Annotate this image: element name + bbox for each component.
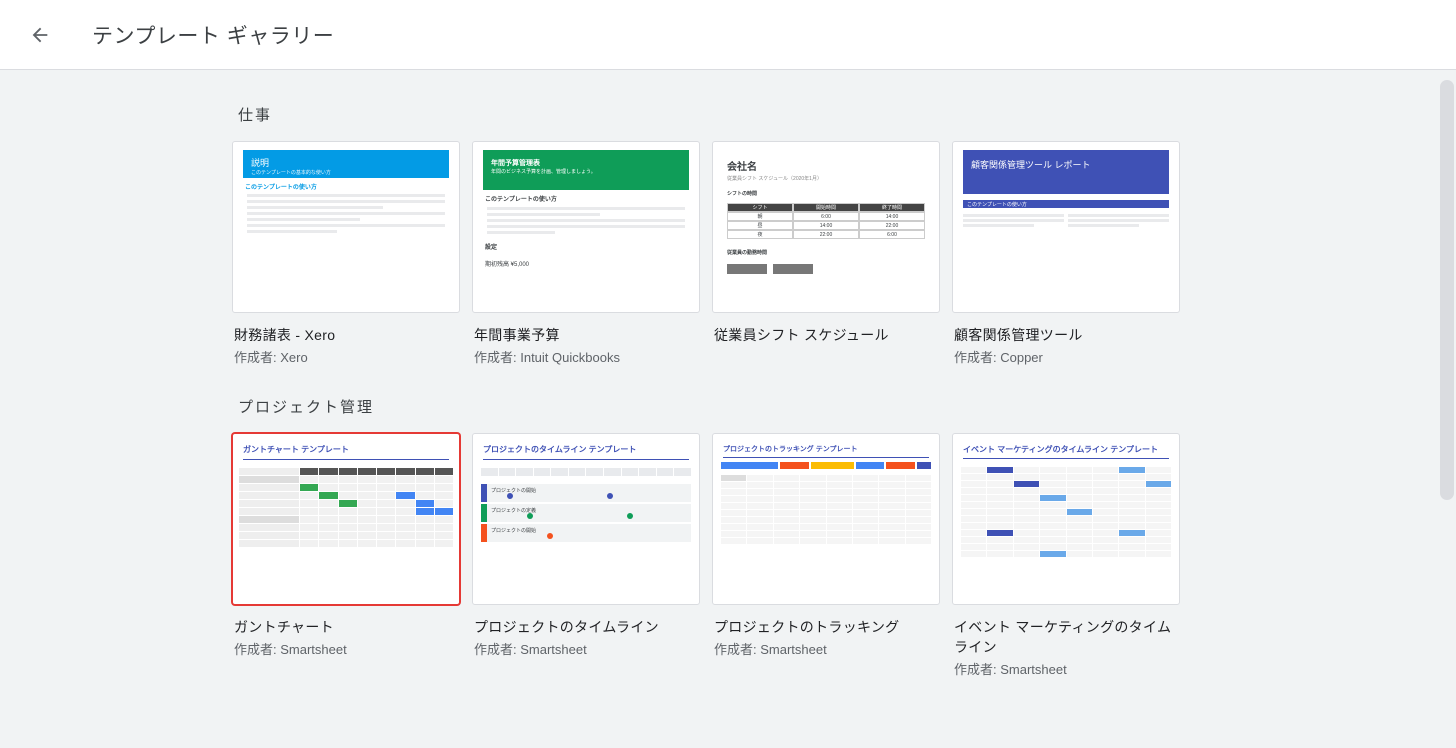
thumb-label: このテンプレートの使い方 [245, 182, 447, 191]
template-title: 従業員シフト スケジュール [714, 325, 940, 345]
thumb-label: このテンプレートの基本的な使い方 [251, 169, 441, 176]
template-thumbnail-event-marketing[interactable]: イベント マーケティングのタイムライン テンプレート [952, 433, 1180, 605]
thumb-label: 説明 [251, 156, 441, 169]
template-card: 会社名 従業員シフト スケジュール（2020年1月） シフトの時間 シフト開始時… [712, 141, 940, 366]
template-title: ガントチャート [234, 617, 460, 637]
thumb-label: 年間予算管理表 [491, 158, 681, 168]
thumb-label: このテンプレートの使い方 [963, 200, 1169, 208]
template-author: 作成者: Copper [954, 347, 1180, 366]
thumb-label: このテンプレートの使い方 [485, 194, 687, 203]
template-card: 年間予算管理表 年間のビジネス予算を計画、管理しましょう。 このテンプレートの使… [472, 141, 700, 366]
header: テンプレート ギャラリー [0, 0, 1456, 70]
template-thumbnail-tracking[interactable]: プロジェクトのトラッキング テンプレート [712, 433, 940, 605]
template-title: イベント マーケティングのタイムライン [954, 617, 1180, 657]
template-title: 年間事業予算 [474, 325, 700, 345]
template-card: ガントチャート テンプレート ガントチャ [232, 433, 460, 678]
template-thumbnail-shift[interactable]: 会社名 従業員シフト スケジュール（2020年1月） シフトの時間 シフト開始時… [712, 141, 940, 313]
thumb-label: 会社名 [727, 158, 925, 173]
thumb-label: 顧客関係管理ツール レポート [963, 150, 1169, 194]
scrollbar[interactable] [1440, 80, 1454, 704]
thumb-label: イベント マーケティングのタイムライン テンプレート [963, 444, 1169, 455]
thumb-label: ガントチャート テンプレート [243, 444, 449, 455]
template-thumbnail-crm[interactable]: 顧客関係管理ツール レポート このテンプレートの使い方 [952, 141, 1180, 313]
section-heading-work: 仕事 [238, 104, 1192, 125]
scrollbar-thumb[interactable] [1440, 80, 1454, 500]
template-card: イベント マーケティングのタイムライン テンプレート [952, 433, 1180, 678]
section-heading-pm: プロジェクト管理 [238, 396, 1192, 417]
template-author: 作成者: Intuit Quickbooks [474, 347, 700, 366]
template-card: 顧客関係管理ツール レポート このテンプレートの使い方 顧客関係管理ツール 作成… [952, 141, 1180, 366]
template-author: 作成者: Smartsheet [714, 639, 940, 658]
template-title: 財務諸表 - Xero [234, 325, 460, 345]
thumb-label: 従業員シフト スケジュール（2020年1月） [727, 175, 925, 182]
template-title: プロジェクトのトラッキング [714, 617, 940, 637]
template-thumbnail-gantt[interactable]: ガントチャート テンプレート [232, 433, 460, 605]
back-arrow-icon[interactable] [28, 23, 52, 47]
template-thumbnail-budget[interactable]: 年間予算管理表 年間のビジネス予算を計画、管理しましょう。 このテンプレートの使… [472, 141, 700, 313]
template-title: 顧客関係管理ツール [954, 325, 1180, 345]
thumb-label: 期初残高 ¥5,000 [485, 259, 687, 268]
template-row: ガントチャート テンプレート ガントチャ [232, 433, 1192, 678]
template-author: 作成者: Smartsheet [954, 659, 1180, 678]
template-thumbnail-xero[interactable]: 説明 このテンプレートの基本的な使い方 このテンプレートの使い方 [232, 141, 460, 313]
template-author: 作成者: Xero [234, 347, 460, 366]
template-card: プロジェクトのトラッキング テンプレート [712, 433, 940, 678]
thumb-label: 年間のビジネス予算を計画、管理しましょう。 [491, 168, 681, 175]
template-author: 作成者: Smartsheet [474, 639, 700, 658]
template-author: 作成者: Smartsheet [234, 639, 460, 658]
thumb-label: プロジェクトのトラッキング テンプレート [723, 444, 929, 454]
thumb-label: シフトの時間 [727, 190, 925, 197]
template-title: プロジェクトのタイムライン [474, 617, 700, 637]
template-row: 説明 このテンプレートの基本的な使い方 このテンプレートの使い方 財務諸表 - … [232, 141, 1192, 366]
thumb-label: プロジェクトのタイムライン テンプレート [483, 444, 689, 455]
template-card: 説明 このテンプレートの基本的な使い方 このテンプレートの使い方 財務諸表 - … [232, 141, 460, 366]
page-title: テンプレート ギャラリー [92, 20, 334, 50]
template-thumbnail-timeline[interactable]: プロジェクトのタイムライン テンプレート プロジェクトの開始 プロジェクトの定義… [472, 433, 700, 605]
content: 仕事 説明 このテンプレートの基本的な使い方 このテンプレートの使い方 財務諸表… [0, 70, 1456, 748]
template-card: プロジェクトのタイムライン テンプレート プロジェクトの開始 プロジェクトの定義… [472, 433, 700, 678]
